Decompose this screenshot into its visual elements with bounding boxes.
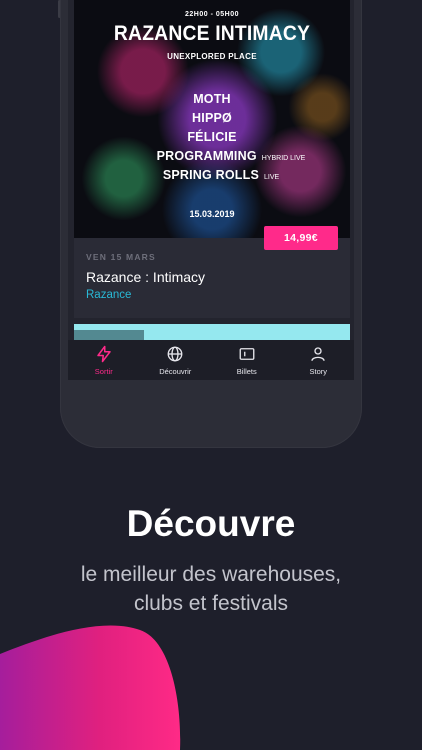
marketing-headline: Découvre [126, 503, 296, 544]
nav-label: Découvrir [159, 367, 192, 376]
nav-item-sortir[interactable]: Sortir [68, 340, 140, 380]
lineup-name: PROGRAMMING [156, 149, 257, 163]
nav-item-billets[interactable]: Billets [211, 340, 283, 380]
lineup-tag: HYBRID LIVE [261, 155, 306, 162]
lineup-name: HIPPØ [192, 111, 232, 125]
event-title: Razance : Intimacy [86, 269, 206, 285]
next-event-preview[interactable] [74, 324, 350, 340]
bottom-nav: Sortir Découvrir Billets Story [68, 340, 354, 380]
marketing-subline: le meilleur des warehouses, clubs et fes… [0, 560, 422, 618]
lineup-tag: LIVE [263, 174, 280, 181]
poster-time: 22H00 - 05H00 [185, 11, 239, 18]
bolt-icon [97, 345, 111, 363]
event-venue[interactable]: Razance [86, 289, 131, 301]
event-card[interactable]: VEN 15 MARS Razance : Intimacy Razance [74, 238, 350, 318]
event-date: VEN 15 MARS [86, 252, 156, 262]
lineup-item: PROGRAMMING HYBRID LIVE [74, 149, 350, 168]
ticket-icon [239, 348, 255, 360]
price-badge[interactable]: 14,99€ [264, 226, 338, 250]
event-poster[interactable]: 22H00 - 05H00 RAZANCE INTIMACY UNEXPLORE… [74, 0, 350, 238]
lineup-item: HIPPØ [74, 111, 350, 130]
marketing-subline-line: le meilleur des warehouses, [80, 563, 342, 586]
globe-icon [167, 346, 183, 362]
user-icon [311, 347, 325, 361]
poster-subtitle: UNEXPLORED PLACE [167, 52, 257, 61]
poster-title: RAZANCE INTIMACY [113, 22, 311, 45]
poster-date: 15.03.2019 [189, 209, 235, 219]
lineup-item: FÉLICIE [74, 130, 350, 149]
nav-label: Sortir [94, 367, 113, 376]
decorative-gradient-blob [0, 625, 181, 750]
lineup-name: SPRING ROLLS [162, 168, 259, 182]
lineup-item: MOTH [74, 92, 350, 111]
nav-item-decouvrir[interactable]: Découvrir [140, 340, 212, 380]
marketing-subline-line: clubs et festivals [133, 592, 289, 615]
lineup-item: SPRING ROLLS LIVE [74, 168, 350, 187]
nav-label: Story [309, 367, 327, 376]
nav-label: Billets [236, 367, 257, 376]
lineup-name: FÉLICIE [187, 130, 237, 144]
poster-lineup: MOTH HIPPØ FÉLICIE PROGRAMMING HYBRID LI… [74, 92, 350, 187]
next-event-preview-art [74, 330, 144, 340]
lineup-name: MOTH [193, 92, 231, 106]
app-screen: 22H00 - 05H00 RAZANCE INTIMACY UNEXPLORE… [68, 0, 354, 380]
nav-item-story[interactable]: Story [283, 340, 355, 380]
